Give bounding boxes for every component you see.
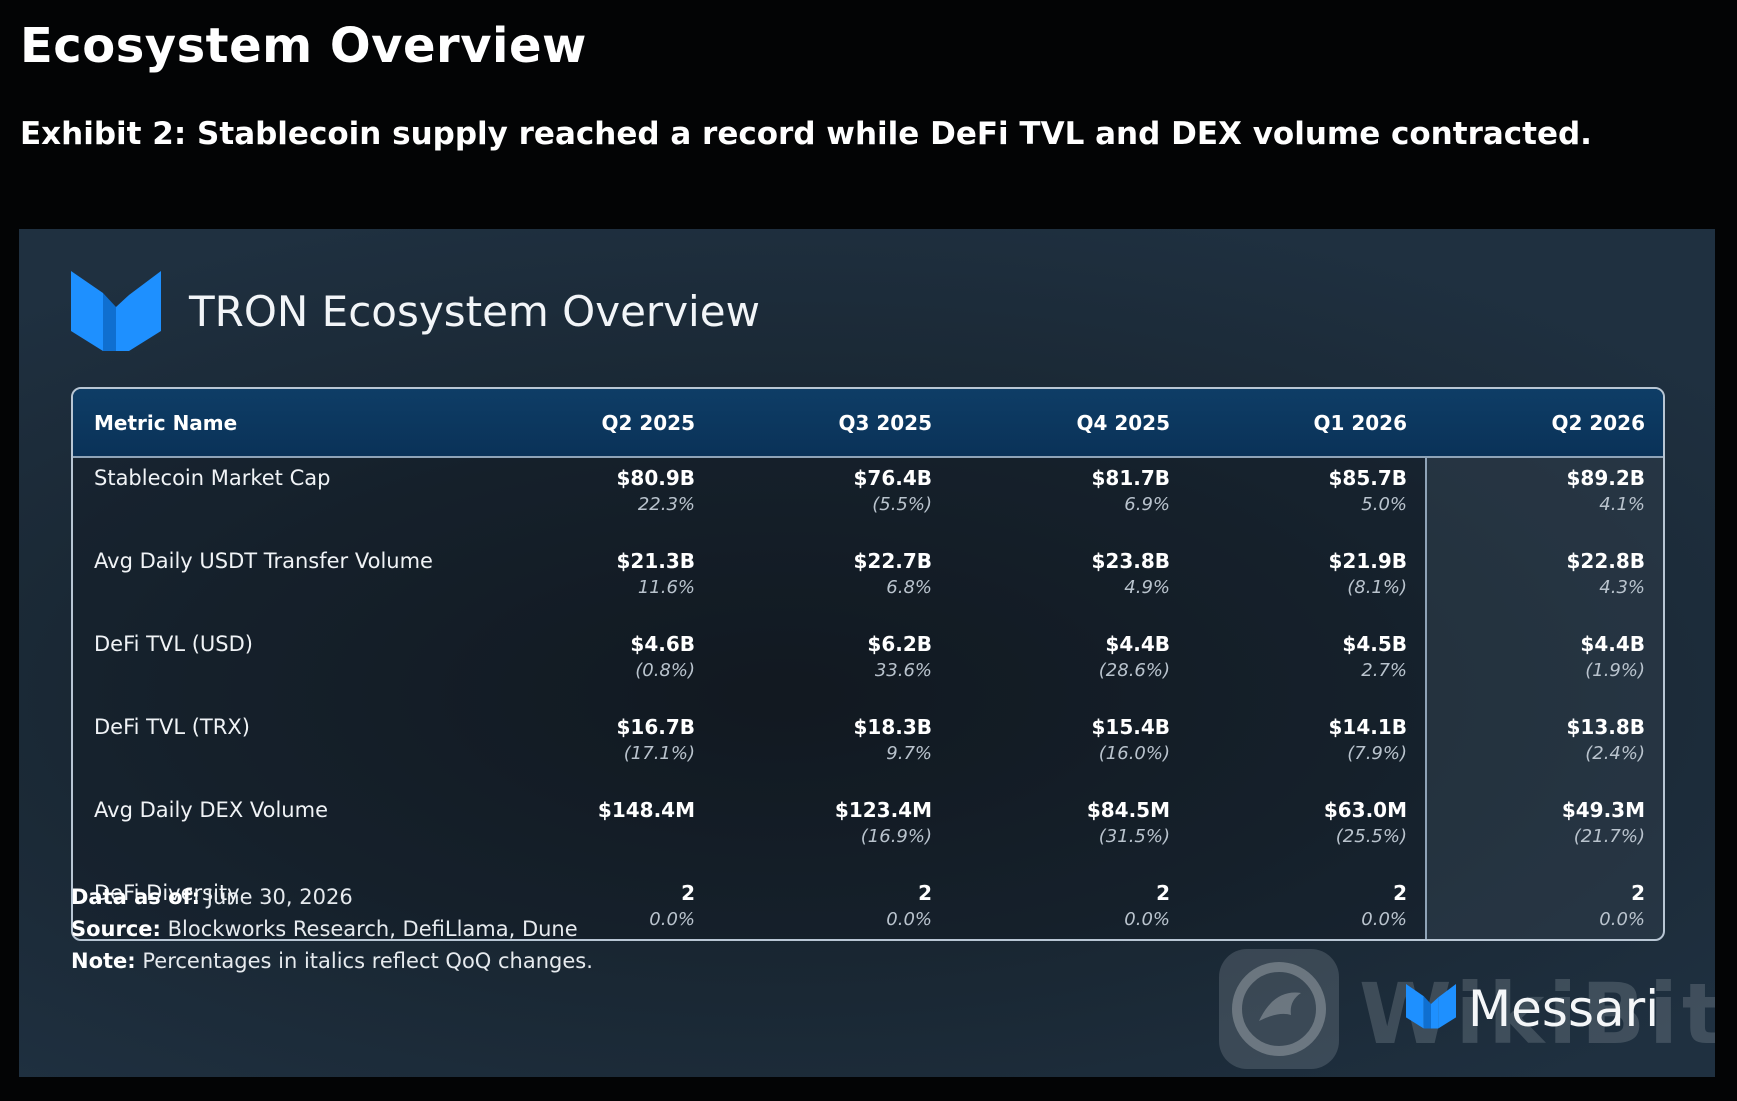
messari-wordmark: Messari <box>1468 980 1660 1038</box>
cell-qoq-change: 22.3% <box>637 494 695 515</box>
cell-value: $81.7B <box>1091 466 1170 490</box>
table-header: Metric Name Q2 2025 Q3 2025 Q4 2025 Q1 2026 Q… <box>73 389 1663 458</box>
page-title: Ecosystem Overview <box>20 18 587 74</box>
data-as-of-label: Data as of: <box>71 885 201 909</box>
metric-name: Avg Daily USDT Transfer Volume <box>94 549 433 573</box>
cell-qoq-change: 9.7% <box>886 743 932 764</box>
data-as-of-value: June 30, 2026 <box>206 885 353 909</box>
exhibit-subtitle: Exhibit 2: Stablecoin supply reached a r… <box>20 116 1592 152</box>
watermark-seal-icon <box>1219 949 1339 1069</box>
cell-value: $123.4M <box>834 798 932 822</box>
cell-qoq-change: (16.0%) <box>1098 743 1170 764</box>
cell-value: 2 <box>918 881 932 905</box>
cell-value: $89.2B <box>1566 466 1645 490</box>
cell-value: $6.2B <box>867 632 932 656</box>
cell-qoq-change: (17.1%) <box>623 743 695 764</box>
cell-qoq-change: 0.0% <box>649 909 695 930</box>
table-row: DeFi TVL (USD) $4.6B (0.8%) $6.2B 33.6% $4.4B… <box>73 622 1663 705</box>
cell-value: $13.8B <box>1566 715 1645 739</box>
cell-value: $4.4B <box>1580 632 1645 656</box>
cell-value: $22.8B <box>1566 549 1645 573</box>
table-row: DeFi TVL (TRX) $16.7B (17.1%) $18.3B 9.7% $15… <box>73 705 1663 788</box>
cell-qoq-change: 2.7% <box>1361 660 1407 681</box>
cell-qoq-change: 5.0% <box>1361 494 1407 515</box>
metric-name: DeFi TVL (USD) <box>94 632 253 656</box>
cell-value: $21.3B <box>616 549 695 573</box>
cell-qoq-change: (28.6%) <box>1098 660 1170 681</box>
cell-value: $4.6B <box>630 632 695 656</box>
cell-value: $148.4M <box>597 798 695 822</box>
cell-qoq-change: (8.1%) <box>1347 577 1407 598</box>
footer-note: Note: Percentages in italics reflect QoQ… <box>71 949 593 973</box>
cell-value: $21.9B <box>1328 549 1407 573</box>
cell-qoq-change: 0.0% <box>1599 909 1645 930</box>
messari-brand-icon <box>1406 984 1456 1029</box>
cell-value: $15.4B <box>1091 715 1170 739</box>
cell-value: $16.7B <box>616 715 695 739</box>
source-label: Source: <box>71 917 161 941</box>
table-row: Avg Daily DEX Volume $148.4M $123.4M (16.9%… <box>73 788 1663 871</box>
cell-qoq-change: 6.8% <box>886 577 932 598</box>
metrics-table: Metric Name Q2 2025 Q3 2025 Q4 2025 Q1 2026 Q… <box>71 387 1665 941</box>
messari-brand: Messari <box>1404 979 1659 1039</box>
cell-value: $23.8B <box>1091 549 1170 573</box>
note-label: Note: <box>71 949 136 973</box>
cell-value: $4.4B <box>1105 632 1170 656</box>
cell-value: $4.5B <box>1342 632 1407 656</box>
footer-data-as-of: Data as of: June 30, 2026 <box>71 885 353 909</box>
cell-value: $22.7B <box>853 549 932 573</box>
cell-qoq-change: 4.3% <box>1599 577 1645 598</box>
cell-qoq-change: 4.1% <box>1599 494 1645 515</box>
cell-qoq-change: 11.6% <box>637 577 695 598</box>
cell-qoq-change: (7.9%) <box>1347 743 1407 764</box>
column-header-q2-2026: Q2 2026 <box>1551 411 1645 435</box>
column-header-q2-2025: Q2 2025 <box>601 411 695 435</box>
cell-qoq-change: (21.7%) <box>1573 826 1645 847</box>
cell-value: 2 <box>1631 881 1645 905</box>
cell-value: 2 <box>681 881 695 905</box>
cell-qoq-change: (0.8%) <box>635 660 695 681</box>
note-value: Percentages in italics reflect QoQ chang… <box>142 949 593 973</box>
cell-qoq-change: 0.0% <box>1124 909 1170 930</box>
source-value: Blockworks Research, DefiLlama, Dune <box>167 917 578 941</box>
cell-qoq-change: 33.6% <box>874 660 932 681</box>
cell-qoq-change: 6.9% <box>1124 494 1170 515</box>
cell-qoq-change: (25.5%) <box>1335 826 1407 847</box>
column-header-q3-2025: Q3 2025 <box>838 411 932 435</box>
metric-name: DeFi TVL (TRX) <box>94 715 250 739</box>
cell-value: $76.4B <box>853 466 932 490</box>
metric-name: Avg Daily DEX Volume <box>94 798 328 822</box>
cell-qoq-change: (2.4%) <box>1585 743 1645 764</box>
cell-value: $84.5M <box>1086 798 1170 822</box>
cell-qoq-change: (1.9%) <box>1585 660 1645 681</box>
messari-logo-icon <box>71 271 161 351</box>
footer-source: Source: Blockworks Research, DefiLlama, … <box>71 917 578 941</box>
cell-value: $49.3M <box>1561 798 1645 822</box>
table-row: Avg Daily USDT Transfer Volume $21.3B 11.6… <box>73 539 1663 622</box>
cell-qoq-change: (31.5%) <box>1098 826 1170 847</box>
cell-qoq-change: 0.0% <box>886 909 932 930</box>
table-row: Stablecoin Market Cap $80.9B 22.3% $76.4B (5… <box>73 456 1663 539</box>
cell-value: $14.1B <box>1328 715 1407 739</box>
cell-value: 2 <box>1156 881 1170 905</box>
column-header-q4-2025: Q4 2025 <box>1076 411 1170 435</box>
cell-value: 2 <box>1393 881 1407 905</box>
panel-title: TRON Ecosystem Overview <box>189 287 760 336</box>
cell-qoq-change: 0.0% <box>1361 909 1407 930</box>
metric-name: Stablecoin Market Cap <box>94 466 331 490</box>
cell-value: $63.0M <box>1323 798 1407 822</box>
overview-panel: TRON Ecosystem Overview Metric Name Q2 20… <box>19 229 1715 1077</box>
cell-value: $80.9B <box>616 466 695 490</box>
cell-value: $18.3B <box>853 715 932 739</box>
column-header-q1-2026: Q1 2026 <box>1313 411 1407 435</box>
column-header-metric-name: Metric Name <box>94 411 238 435</box>
cell-qoq-change: (16.9%) <box>860 826 932 847</box>
cell-qoq-change: (5.5%) <box>872 494 932 515</box>
cell-qoq-change: 4.9% <box>1124 577 1170 598</box>
cell-value: $85.7B <box>1328 466 1407 490</box>
